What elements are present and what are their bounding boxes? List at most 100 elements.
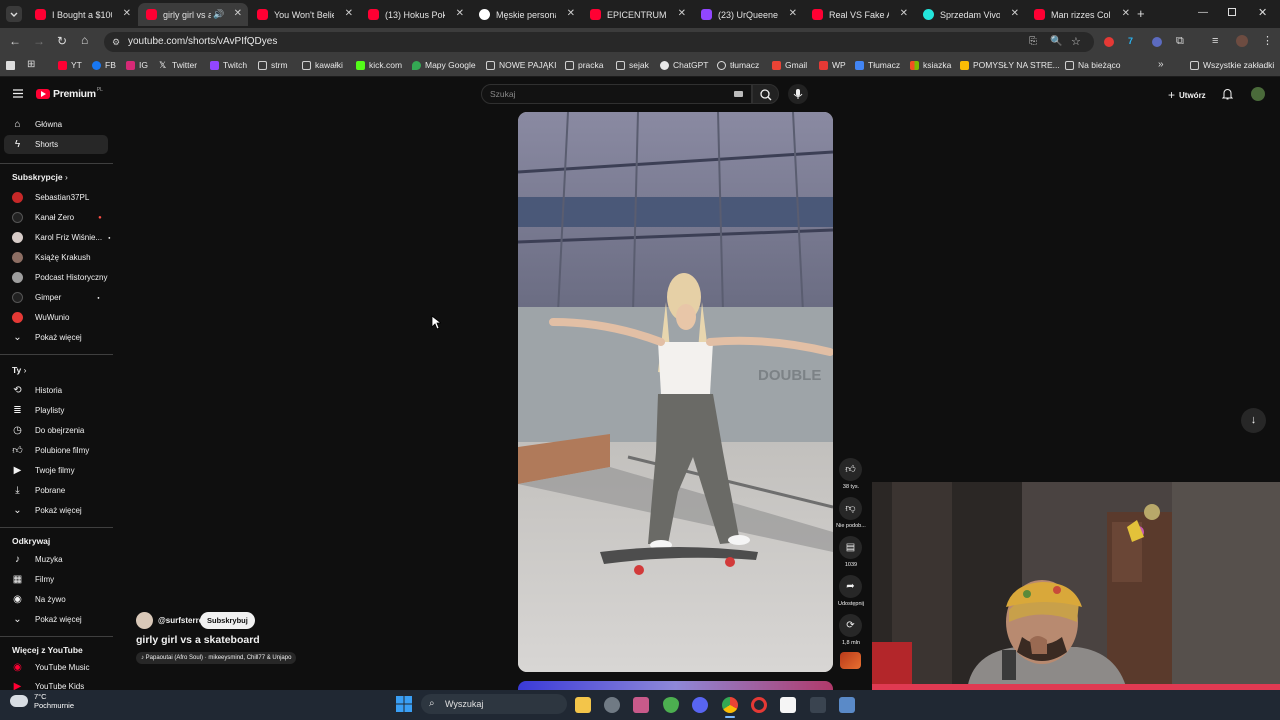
home-icon[interactable]: ⌂ xyxy=(81,33,88,47)
tab-3[interactable]: (13) Hokus Pokus✕ xyxy=(360,3,470,26)
zoom-icon[interactable]: 🔍 xyxy=(1050,32,1062,52)
tab-search-button[interactable] xyxy=(6,6,22,22)
new-tab-button[interactable]: + xyxy=(1137,6,1145,21)
tab-8[interactable]: Sprzedam Vivo X✕ xyxy=(915,3,1025,26)
sidebar-item-music[interactable]: ♪ Muzyka xyxy=(12,554,63,565)
close-tab-icon[interactable]: ✕ xyxy=(678,8,686,19)
sidebar-item-playlists[interactable]: ≣ Playlisty xyxy=(12,405,64,416)
guide-menu-icon[interactable] xyxy=(13,89,23,98)
bookmark-nowe-pajaki[interactable]: NOWE PAJĄKI xyxy=(486,60,556,70)
close-window-button[interactable]: ✕ xyxy=(1258,6,1267,19)
bookmark-sejak[interactable]: sejak xyxy=(616,60,649,70)
bookmark-tlumacz[interactable]: tłumacz xyxy=(717,60,759,70)
bookmark-mapy-google[interactable]: Mapy Google xyxy=(412,60,476,70)
star-icon[interactable]: ☆ xyxy=(1071,32,1081,52)
sidebar-sub-5[interactable]: Gimper ● xyxy=(12,292,100,303)
taskbar-search[interactable]: ⌕ Wyszukaj xyxy=(421,694,567,714)
bookmark-kick[interactable]: kick.com xyxy=(356,60,402,70)
bookmark-yt[interactable]: YT xyxy=(58,60,82,70)
sidebar-item-history[interactable]: ⟲ Historia xyxy=(12,385,62,396)
site-info-icon[interactable]: ⚙ xyxy=(112,32,120,52)
file-explorer-icon[interactable] xyxy=(575,697,591,713)
subscriptions-heading[interactable]: Subskrypcje › xyxy=(12,172,68,182)
close-tab-icon[interactable]: ✕ xyxy=(345,8,353,19)
bookmark-wp[interactable]: WP xyxy=(819,60,846,70)
sidebar-show-more-subs[interactable]: ⌄ Pokaż więcej xyxy=(12,332,81,343)
youtube-logo[interactable]: Premium PL xyxy=(36,87,103,100)
media-controls-icon[interactable]: ≡ xyxy=(1212,35,1218,47)
bookmark-ksiazka[interactable]: ksiazka xyxy=(910,60,951,70)
channel-avatar[interactable] xyxy=(136,612,153,629)
notifications-bell-icon[interactable] xyxy=(1222,88,1233,100)
sidebar-sub-0[interactable]: Sebastian37PL xyxy=(12,192,89,203)
sidebar-item-your-videos[interactable]: ▶ Twoje filmy xyxy=(12,465,75,476)
extension-circle-icon[interactable] xyxy=(1152,37,1162,47)
sidebar-sub-2[interactable]: Karol Friz Wiśnie... ● xyxy=(12,232,111,243)
close-tab-icon[interactable]: ✕ xyxy=(1011,8,1019,19)
search-button[interactable] xyxy=(752,84,779,104)
sidebar-sub-3[interactable]: Książę Krakush xyxy=(12,252,91,263)
apps-grid-icon[interactable]: ⊞ xyxy=(27,59,35,70)
bookmark-twitter[interactable]: 𝕏 Twitter xyxy=(159,60,197,70)
dislike-button[interactable]: 👎︎ xyxy=(839,497,862,520)
bookmark-na-biezaco[interactable]: Na bieżąco xyxy=(1065,60,1121,70)
create-button[interactable]: + Utwórz xyxy=(1168,88,1206,102)
close-tab-icon[interactable]: ✕ xyxy=(900,8,908,19)
tab-6[interactable]: (23) UrQueene - Y✕ xyxy=(693,3,803,26)
speaker-icon[interactable]: 🔊 xyxy=(213,9,224,20)
sound-thumbnail[interactable] xyxy=(840,652,861,669)
sidebar-show-more-you[interactable]: ⌄ Pokaż więcej xyxy=(12,505,81,516)
tab-4[interactable]: Męskie personalia✕ xyxy=(471,3,581,26)
close-tab-icon[interactable]: ✕ xyxy=(789,8,797,19)
reload-icon[interactable]: ↻ xyxy=(57,34,67,48)
sidebar-item-live[interactable]: ◉ Na żywo xyxy=(12,594,66,605)
paint-icon[interactable] xyxy=(633,697,649,713)
weather-widget[interactable]: 7°C Pochmurnie xyxy=(10,692,74,710)
sidebar-item-youtube-kids[interactable]: ▶ YouTube Kids xyxy=(12,682,85,690)
sidebar-item-shorts[interactable]: ϟ Shorts xyxy=(12,139,58,150)
short-video-player[interactable]: DOUBLE xyxy=(518,112,833,672)
minimize-button[interactable]: — xyxy=(1198,7,1208,18)
bookmark-twitch[interactable]: Twitch xyxy=(210,60,247,70)
sidebar-item-watch-later[interactable]: ◷ Do obejrzenia xyxy=(12,425,84,436)
sidebar-item-movies[interactable]: ▦ Filmy xyxy=(12,574,54,585)
tab-1[interactable]: girly girl vs a 🔊 ✕ xyxy=(138,3,248,26)
bookmark-fb[interactable]: FB xyxy=(92,60,116,70)
bookmark-gmail[interactable]: Gmail xyxy=(772,60,807,70)
photos-icon[interactable] xyxy=(839,697,855,713)
share-button[interactable]: ➦ xyxy=(839,575,862,598)
tab-0[interactable]: I Bought a $100k✕ xyxy=(27,3,137,26)
tab-2[interactable]: You Won't Believe✕ xyxy=(249,3,359,26)
voice-search-button[interactable] xyxy=(788,84,808,104)
search-input[interactable]: Szukaj xyxy=(481,84,752,104)
close-tab-icon[interactable]: ✕ xyxy=(567,8,575,19)
sidebar-sub-6[interactable]: WuWunio xyxy=(12,312,69,323)
forward-icon[interactable]: → xyxy=(33,34,45,48)
sidebar-item-downloads[interactable]: ⤓ Pobrane xyxy=(12,485,65,496)
bookmark-tlumacz-2[interactable]: Tłumacz xyxy=(855,60,900,70)
restore-button[interactable] xyxy=(1228,8,1236,16)
back-icon[interactable]: ← xyxy=(9,34,21,48)
sidebar-item-youtube-music[interactable]: ◉ YouTube Music xyxy=(12,662,89,673)
close-tab-icon[interactable]: ✕ xyxy=(123,8,131,19)
bookmark-chatgpt[interactable]: ChatGPT xyxy=(660,60,708,70)
comments-button[interactable]: ▤ xyxy=(839,536,862,559)
bookmark-strm[interactable]: strm xyxy=(258,60,288,70)
next-short-button[interactable]: ↓ xyxy=(1241,408,1266,433)
sidebar-sub-4[interactable]: Podcast Historyczny xyxy=(12,272,107,283)
tab-7[interactable]: Real VS Fake Air✕ xyxy=(804,3,914,26)
sidebar-sub-1[interactable]: Kanał Zero ● xyxy=(12,212,102,223)
taskbar-app-icon[interactable] xyxy=(604,697,620,713)
start-button[interactable] xyxy=(396,696,412,712)
bookmark-pracka[interactable]: pracka xyxy=(565,60,604,70)
like-button[interactable]: 👍︎ xyxy=(839,458,862,481)
channel-handle[interactable]: @surfsterre xyxy=(158,616,203,625)
short-music-chip[interactable]: ♪ Papaoutai (Afro Soul) · mikeeysmind, C… xyxy=(136,652,297,664)
chrome-icon[interactable] xyxy=(722,697,738,713)
more-bookmarks-icon[interactable]: » xyxy=(1158,59,1164,70)
extensions-puzzle-icon[interactable]: ⧉ xyxy=(1176,35,1184,48)
browser-menu-icon[interactable]: ⋮ xyxy=(1262,34,1273,47)
tab-9[interactable]: Man rizzes Colleg✕ xyxy=(1026,3,1136,26)
subscribe-button[interactable]: Subskrybuj xyxy=(200,612,255,629)
sidebar-item-liked[interactable]: 👍︎ Polubione filmy xyxy=(12,445,89,456)
